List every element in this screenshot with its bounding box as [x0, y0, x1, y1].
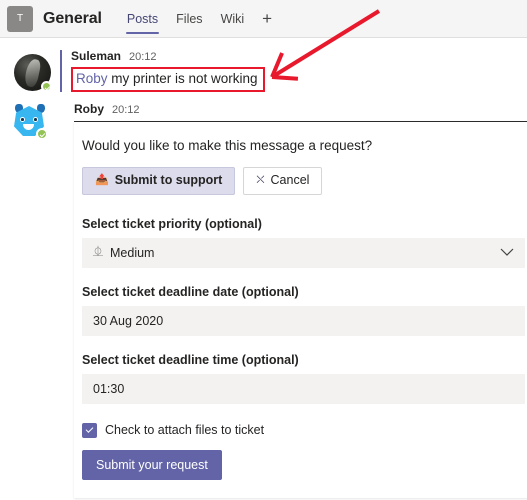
- bot-avatar-column: [14, 102, 60, 498]
- message-timestamp: 20:12: [129, 51, 157, 63]
- submit-to-support-label: Submit to support: [114, 173, 223, 187]
- cancel-button[interactable]: ⛌ Cancel: [243, 167, 323, 195]
- chevron-down-icon[interactable]: [500, 248, 514, 257]
- attach-files-row: Check to attach files to ticket: [82, 421, 525, 450]
- message-bot: Roby 20:12 Would you like to make this m…: [0, 92, 527, 498]
- tab-files[interactable]: Files: [167, 0, 211, 37]
- message-meta: Suleman 20:12: [71, 50, 527, 66]
- presence-available-icon: [41, 81, 52, 92]
- add-tab-icon[interactable]: +: [253, 0, 281, 37]
- deadline-time-input[interactable]: 01:30: [82, 373, 525, 404]
- field-deadline-date: Select ticket deadline date (optional) 3…: [82, 285, 525, 353]
- page-title: General: [43, 9, 102, 27]
- message-text-rest: my printer is not working: [107, 71, 258, 86]
- bot-eye-right-icon: [33, 117, 38, 122]
- attach-files-label: Check to attach files to ticket: [105, 423, 265, 438]
- block-icon: ⛌: [256, 174, 265, 187]
- channel-header: T General Posts Files Wiki +: [0, 0, 527, 38]
- card-question: Would you like to make this message a re…: [82, 138, 373, 153]
- submit-request-button[interactable]: Submit your request: [82, 449, 222, 480]
- tab-wiki[interactable]: Wiki: [212, 0, 254, 37]
- bot-mouth-icon: [23, 124, 34, 130]
- bot-name: Roby: [74, 102, 104, 116]
- bot-avatar[interactable]: [14, 104, 48, 140]
- stamp-icon: 📤: [95, 174, 109, 187]
- priority-value: Medium: [110, 245, 155, 260]
- message-highlight-box: Roby my printer is not working: [71, 67, 265, 92]
- bot-presence-available-icon: [36, 128, 48, 140]
- bot-eye-left-icon: [20, 117, 25, 122]
- attach-files-checkbox[interactable]: [82, 422, 97, 438]
- deadline-time-label: Select ticket deadline time (optional): [82, 352, 299, 367]
- mention-roby[interactable]: Roby: [76, 71, 108, 86]
- message-author: Suleman: [71, 49, 122, 63]
- cancel-label: Cancel: [270, 173, 310, 187]
- bot-timestamp: 20:12: [112, 104, 140, 116]
- field-priority: Select ticket priority (optional) ⏂ Medi…: [82, 217, 525, 285]
- message-body: Suleman 20:12 Roby my printer is not wor…: [60, 50, 527, 92]
- card-action-row: 📤 Submit to support ⛌ Cancel: [82, 167, 525, 217]
- submit-to-support-button[interactable]: 📤 Submit to support: [82, 167, 236, 195]
- deadline-date-input[interactable]: 30 Aug 2020: [82, 305, 525, 336]
- message-text: Roby my printer is not working: [76, 71, 258, 86]
- bot-message-meta: Roby 20:12: [74, 102, 527, 121]
- team-avatar: T: [7, 5, 33, 32]
- priority-label: Select ticket priority (optional): [82, 216, 262, 231]
- priority-value-group: ⏂ Medium: [93, 246, 154, 260]
- field-deadline-time: Select ticket deadline time (optional) 0…: [82, 353, 525, 421]
- deadline-date-label: Select ticket deadline date (optional): [82, 284, 299, 299]
- avatar[interactable]: [14, 54, 52, 92]
- avatar-column: [14, 50, 60, 92]
- bot-message-body: Roby 20:12 Would you like to make this m…: [60, 102, 527, 498]
- conversation-pane: Suleman 20:12 Roby my printer is not wor…: [0, 38, 527, 500]
- priority-icon: ⏂: [93, 246, 103, 258]
- priority-select[interactable]: ⏂ Medium: [82, 237, 525, 268]
- tab-posts[interactable]: Posts: [118, 0, 167, 37]
- message-user: Suleman 20:12 Roby my printer is not wor…: [0, 38, 527, 92]
- channel-tabs: Posts Files Wiki +: [118, 0, 281, 37]
- adaptive-card: Would you like to make this message a re…: [74, 121, 527, 498]
